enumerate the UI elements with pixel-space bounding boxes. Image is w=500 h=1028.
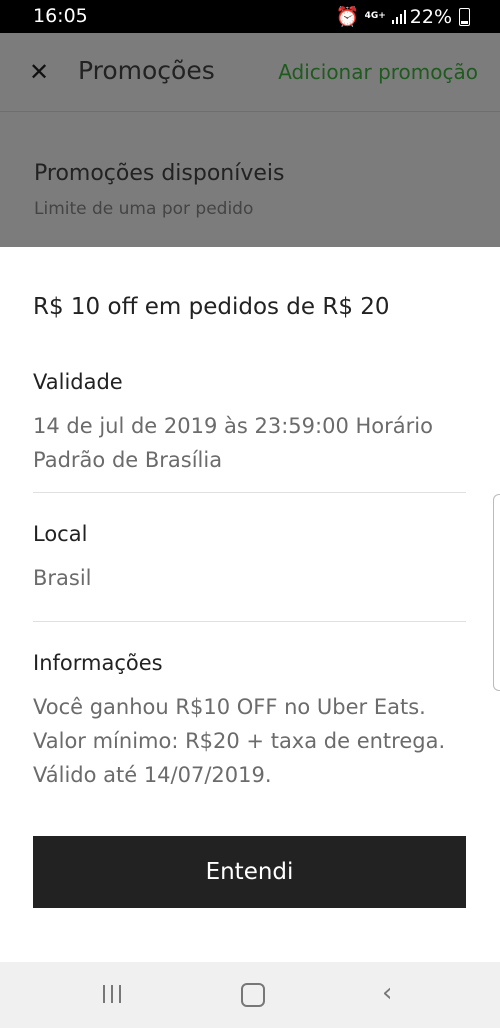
local-label: Local — [33, 522, 88, 546]
info-label: Informações — [33, 651, 163, 675]
page-title: Promoções — [78, 56, 215, 85]
scroll-indicator — [493, 494, 500, 691]
status-time: 16:05 — [33, 5, 88, 27]
add-promotion-link[interactable]: Adicionar promoção — [278, 60, 478, 84]
available-promotions-title: Promoções disponíveis — [34, 161, 285, 186]
info-line: Válido até 14/07/2019. — [33, 763, 272, 787]
promotions-page-overlay[interactable]: ✕ Promoções Adicionar promoção Promoções… — [0, 33, 500, 247]
system-navigation-bar: ‹ — [0, 962, 500, 1028]
validity-label: Validade — [33, 370, 123, 394]
promotion-headline: R$ 10 off em pedidos de R$ 20 — [33, 294, 390, 320]
close-icon[interactable]: ✕ — [24, 57, 54, 87]
divider — [33, 492, 466, 493]
recent-apps-icon[interactable] — [101, 983, 123, 1005]
info-value: Você ganhou R$10 OFF no Uber Eats. Valor… — [33, 690, 473, 792]
battery-icon — [459, 7, 470, 26]
network-4g-icon: 4G+ — [364, 11, 386, 21]
status-icons: ⏰ 4G+ 22% — [336, 5, 470, 28]
available-promotions-subtitle: Limite de uma por pedido — [34, 199, 254, 219]
home-icon[interactable] — [241, 983, 265, 1007]
status-bar: 16:05 ⏰ 4G+ 22% — [0, 0, 500, 33]
understood-button[interactable]: Entendi — [33, 836, 466, 908]
signal-icon — [391, 9, 406, 24]
local-value: Brasil — [33, 566, 92, 590]
validity-value: 14 de jul de 2019 às 23:59:00 Horário Pa… — [33, 414, 433, 472]
divider — [33, 621, 466, 622]
app-bar: ✕ Promoções Adicionar promoção — [0, 33, 500, 112]
alarm-icon: ⏰ — [335, 6, 360, 28]
info-line: Valor mínimo: R$20 + taxa de entrega. — [33, 729, 446, 753]
info-line: Você ganhou R$10 OFF no Uber Eats. — [33, 695, 426, 719]
promotion-details-sheet: R$ 10 off em pedidos de R$ 20 Validade 1… — [0, 247, 500, 962]
back-icon[interactable]: ‹ — [382, 980, 392, 1006]
battery-level: 22% — [409, 5, 452, 28]
